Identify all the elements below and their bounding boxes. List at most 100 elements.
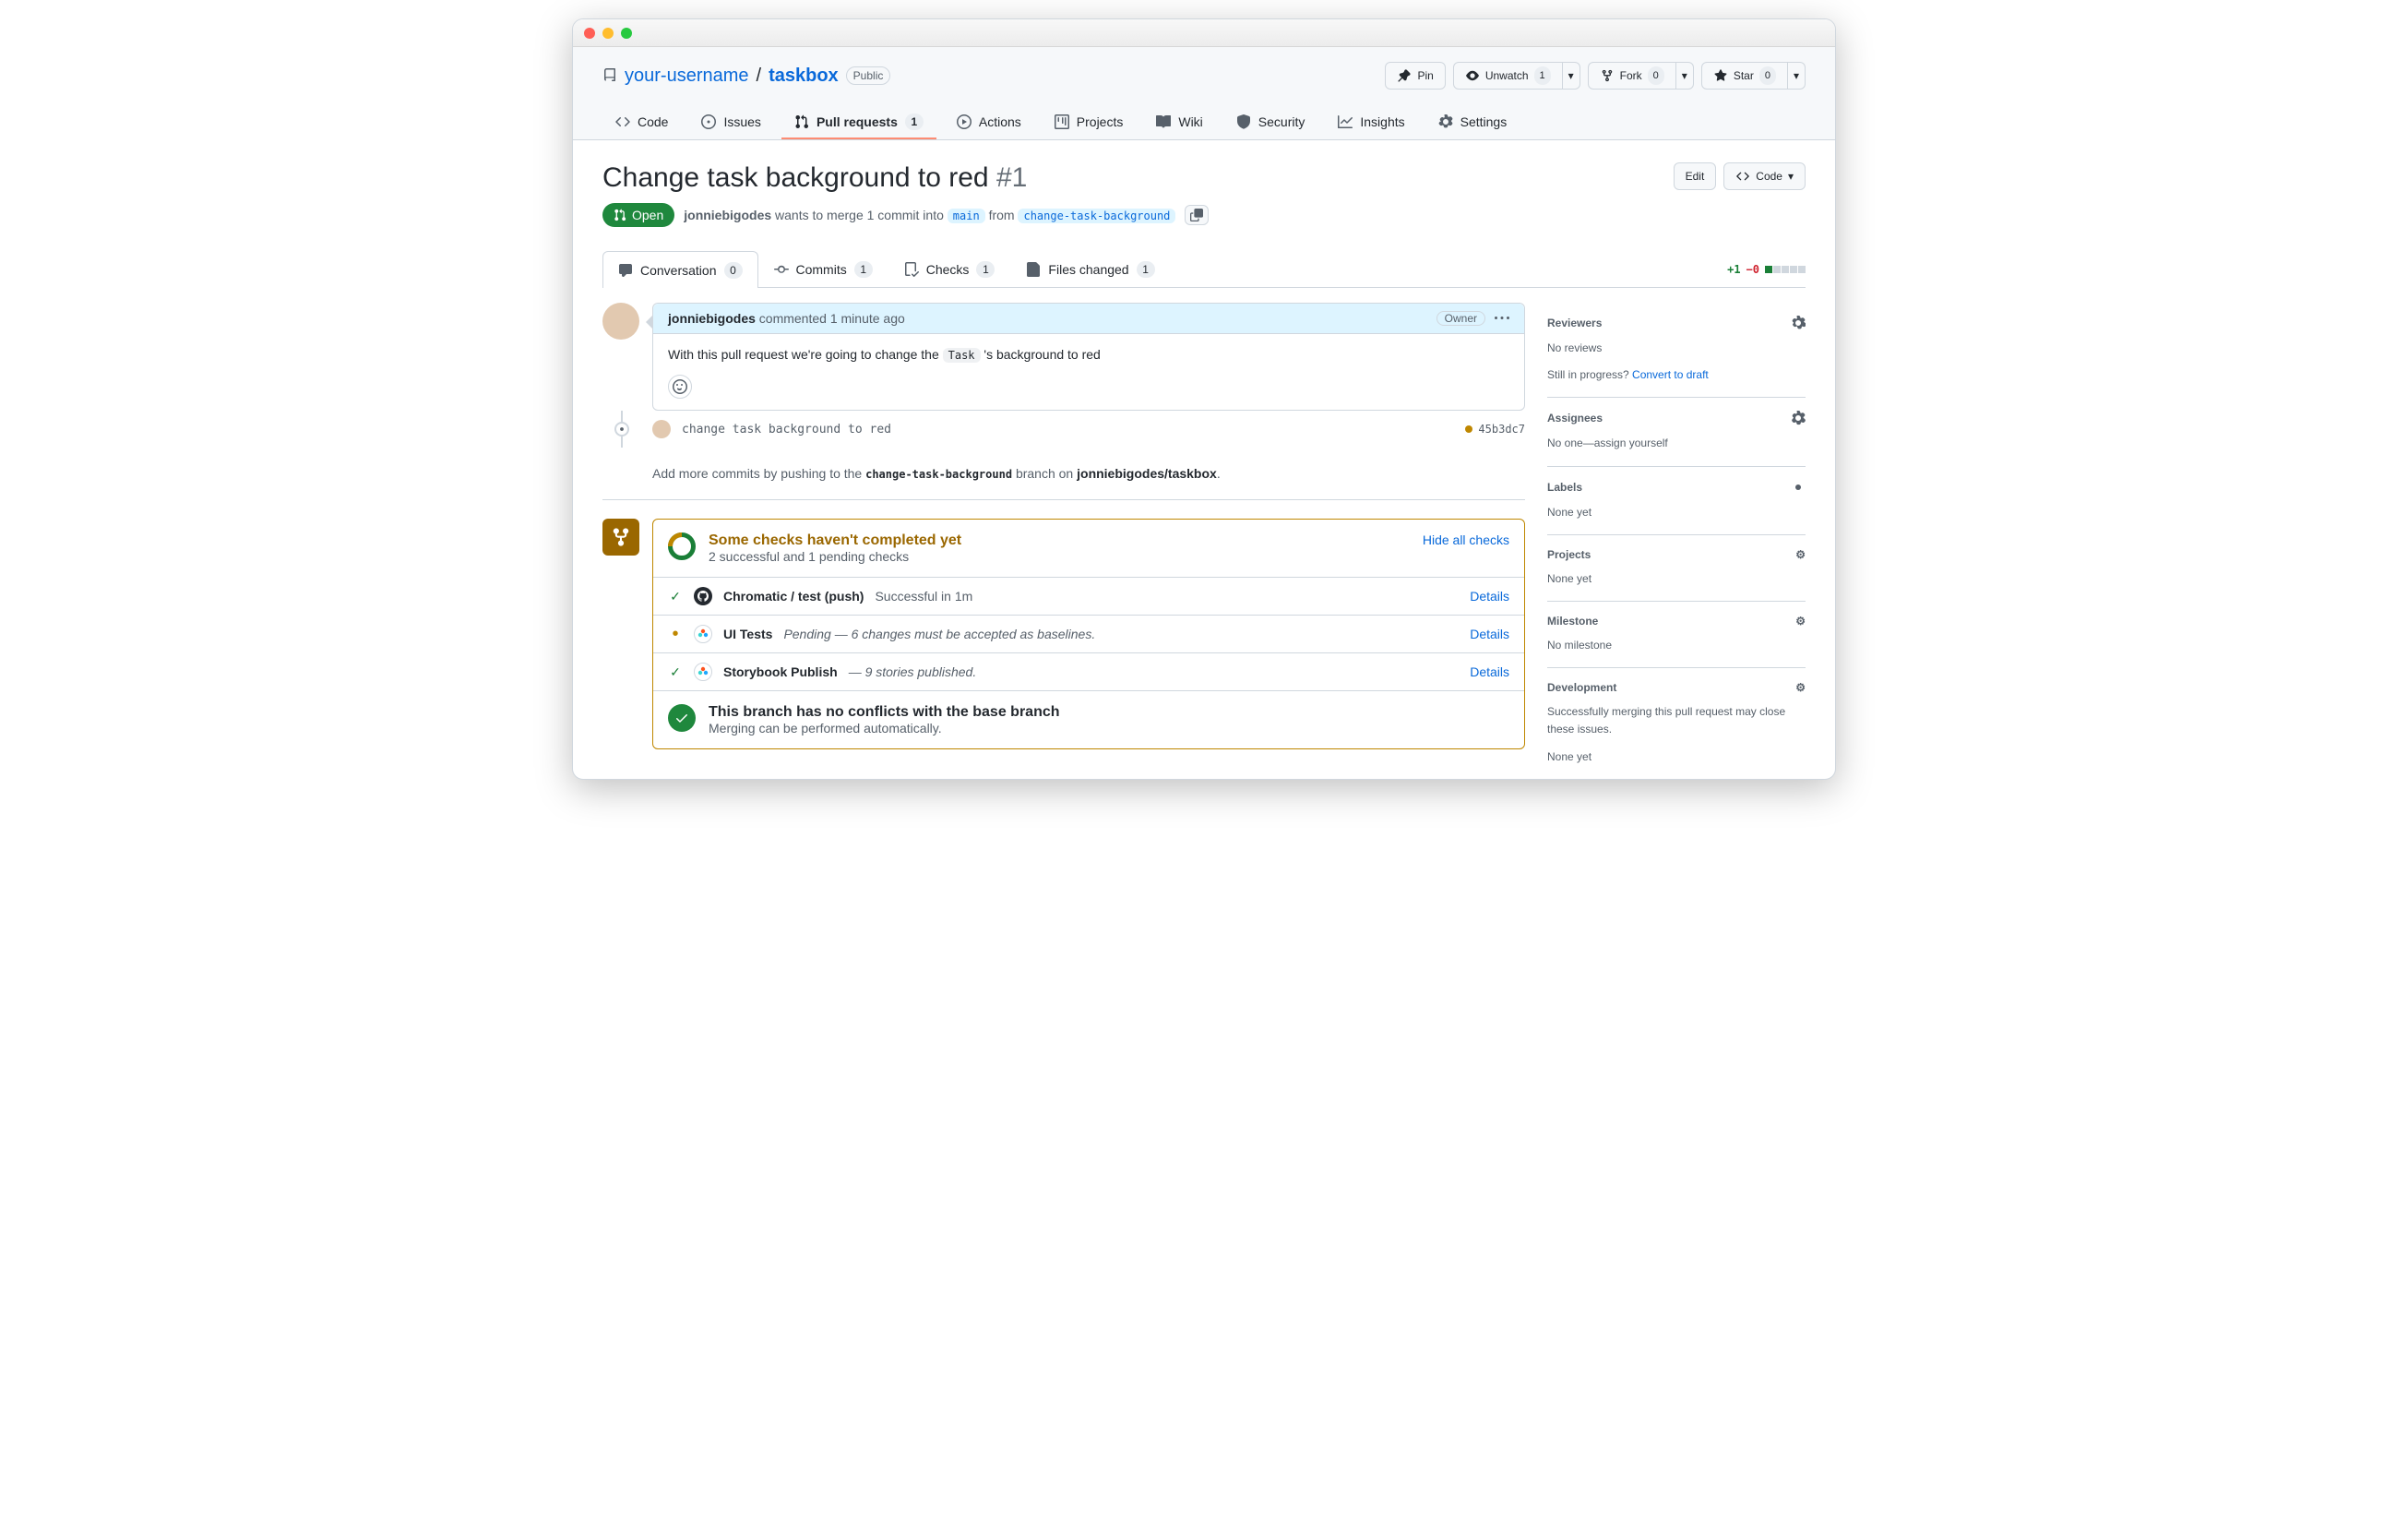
repo-icon (602, 68, 617, 83)
comment-text-post: 's background to red (981, 347, 1101, 362)
comment-action: commented (756, 311, 830, 326)
pr-state-badge: Open (602, 203, 674, 227)
edit-button[interactable]: Edit (1674, 162, 1717, 190)
check-details-link[interactable]: Details (1470, 664, 1509, 679)
commit-status-pending-icon[interactable] (1465, 425, 1472, 433)
star-button[interactable]: Star 0 (1701, 62, 1788, 90)
nav-projects[interactable]: Projects (1042, 106, 1137, 139)
owner-badge: Owner (1436, 311, 1485, 326)
nav-pulls-label: Pull requests (817, 114, 898, 129)
repo-name-link[interactable]: taskbox (769, 66, 839, 87)
fork-button[interactable]: Fork 0 (1588, 62, 1676, 90)
commit-sha[interactable]: 45b3dc7 (1478, 423, 1525, 436)
hide-checks-link[interactable]: Hide all checks (1423, 532, 1509, 547)
fork-dropdown[interactable]: ▾ (1676, 62, 1694, 90)
nav-settings[interactable]: Settings (1425, 106, 1520, 139)
labels-body: None yet (1547, 504, 1806, 521)
tab-files-count: 1 (1137, 261, 1155, 278)
minimize-window-button[interactable] (602, 28, 614, 39)
tab-commits-count: 1 (854, 261, 873, 278)
mac-titlebar (573, 19, 1835, 47)
comment-time[interactable]: 1 minute ago (830, 311, 905, 326)
checks-panel-icon (602, 519, 639, 556)
check-details-link[interactable]: Details (1470, 627, 1509, 641)
check-description: Pending — 6 changes must be accepted as … (783, 627, 1095, 641)
push-hint-post: . (1217, 466, 1221, 481)
shield-icon (1236, 114, 1251, 129)
development-gear-button[interactable]: ⚙ (1795, 681, 1806, 694)
unwatch-label: Unwatch (1485, 66, 1529, 85)
milestone-gear-button[interactable]: ⚙ (1795, 615, 1806, 628)
check-row: •UI Tests Pending — 6 changes must be ac… (653, 616, 1524, 653)
labels-heading: Labels (1547, 481, 1582, 494)
commit-message[interactable]: change task background to red (682, 423, 891, 437)
repo-owner-link[interactable]: your-username (625, 66, 749, 87)
caret-down-icon: ▾ (1682, 66, 1687, 85)
base-branch[interactable]: main (948, 209, 985, 223)
caret-down-icon: ▾ (1794, 66, 1799, 85)
pr-author[interactable]: jonniebigodes (684, 208, 771, 222)
nav-pulls-count: 1 (905, 114, 924, 130)
milestone-body: No milestone (1547, 637, 1806, 654)
nav-projects-label: Projects (1077, 114, 1124, 129)
pin-label: Pin (1417, 66, 1433, 85)
tab-commits[interactable]: Commits 1 (758, 251, 888, 287)
unwatch-button[interactable]: Unwatch 1 (1453, 62, 1563, 90)
nav-actions[interactable]: Actions (944, 106, 1034, 139)
check-pending-icon: • (668, 629, 683, 639)
copy-icon (1190, 209, 1203, 221)
nav-wiki[interactable]: Wiki (1143, 106, 1215, 139)
check-details-link[interactable]: Details (1470, 589, 1509, 604)
nav-insights-label: Insights (1360, 114, 1404, 129)
assign-yourself-link[interactable]: assign yourself (1594, 437, 1668, 449)
star-dropdown[interactable]: ▾ (1788, 62, 1806, 90)
from-word: from (989, 208, 1019, 222)
nav-insights[interactable]: Insights (1325, 106, 1417, 139)
check-row: ✓Chromatic / test (push) Successful in 1… (653, 578, 1524, 616)
pr-merge-text: wants to merge 1 commit into (771, 208, 948, 222)
comment-author[interactable]: jonniebigodes (668, 311, 756, 326)
star-count: 0 (1759, 66, 1776, 85)
graph-icon (1338, 114, 1353, 129)
caret-down-icon: ▾ (1788, 167, 1794, 185)
nav-security[interactable]: Security (1223, 106, 1318, 139)
check-description: — 9 stories published. (849, 664, 977, 679)
code-dropdown-button[interactable]: Code ▾ (1723, 162, 1806, 190)
code-dropdown-label: Code (1756, 167, 1782, 185)
path-separator: / (757, 66, 762, 87)
commit-author-avatar[interactable] (652, 420, 671, 438)
fork-icon (1600, 68, 1615, 83)
add-reaction-button[interactable] (668, 375, 692, 399)
nav-settings-label: Settings (1460, 114, 1508, 129)
labels-gear-button[interactable] (1791, 480, 1806, 495)
diff-squares (1765, 266, 1806, 273)
commit-node-icon (614, 422, 629, 437)
convert-draft-link[interactable]: Convert to draft (1632, 368, 1709, 381)
tab-conversation-label: Conversation (640, 263, 717, 278)
star-icon (1713, 68, 1728, 83)
nav-code[interactable]: Code (602, 106, 681, 139)
watch-count: 1 (1534, 66, 1551, 85)
pr-state-label: Open (632, 208, 663, 222)
watch-dropdown[interactable]: ▾ (1563, 62, 1580, 90)
head-branch[interactable]: change-task-background (1018, 209, 1175, 223)
checks-donut-icon (668, 532, 696, 560)
chromatic-app-icon (694, 663, 712, 681)
reviewers-gear-button[interactable] (1791, 316, 1806, 330)
pr-title-text: Change task background to red (602, 162, 989, 193)
nav-issues[interactable]: Issues (688, 106, 773, 139)
zoom-window-button[interactable] (621, 28, 632, 39)
comment-menu-button[interactable] (1495, 311, 1509, 326)
push-hint-repo[interactable]: jonniebigodes/taskbox (1077, 466, 1217, 481)
projects-gear-button[interactable]: ⚙ (1795, 548, 1806, 561)
tab-conversation[interactable]: Conversation 0 (602, 251, 758, 288)
nav-pull-requests[interactable]: Pull requests 1 (781, 106, 936, 139)
close-window-button[interactable] (584, 28, 595, 39)
copy-branch-button[interactable] (1185, 205, 1209, 225)
tab-files-changed[interactable]: Files changed 1 (1010, 251, 1170, 287)
tab-checks[interactable]: Checks 1 (888, 251, 1011, 287)
author-avatar[interactable] (602, 303, 639, 340)
pin-button[interactable]: Pin (1385, 62, 1445, 90)
assignees-gear-button[interactable] (1791, 411, 1806, 425)
check-row: ✓Storybook Publish — 9 stories published… (653, 653, 1524, 690)
